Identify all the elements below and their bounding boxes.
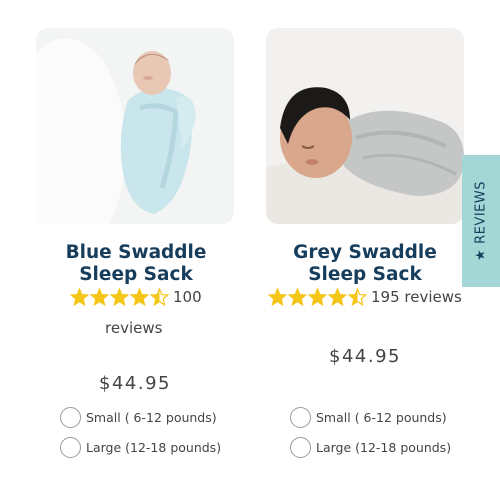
- size-option-large[interactable]: Large (12-18 pounds): [290, 437, 451, 458]
- size-option-label: Large (12-18 pounds): [316, 440, 452, 455]
- star-rating: [70, 288, 170, 306]
- size-option-large[interactable]: Large (12-18 pounds): [60, 437, 221, 458]
- product-title-line2[interactable]: Sleep Sack: [252, 264, 478, 286]
- baby-grey-swaddle-photo: [266, 28, 464, 224]
- reviews-tab-content[interactable]: ★ REVIEWS: [474, 181, 489, 261]
- product-title-line1[interactable]: Blue Swaddle: [23, 242, 249, 264]
- star-full-icon: [70, 288, 89, 306]
- radio-button[interactable]: [290, 437, 311, 458]
- product-title-grey[interactable]: Grey Swaddle Sleep Sack: [252, 242, 478, 286]
- product-image-grey-swaddle[interactable]: [266, 28, 464, 224]
- reviews-side-tab[interactable]: ★ REVIEWS: [462, 155, 500, 287]
- star-half-icon: [348, 288, 367, 306]
- product-title-line2[interactable]: Sleep Sack: [23, 264, 249, 286]
- product-title-blue[interactable]: Blue Swaddle Sleep Sack: [23, 242, 249, 286]
- star-rating: [268, 288, 368, 306]
- star-full-icon: [130, 288, 149, 306]
- size-option-label: Small ( 6-12 pounds): [316, 410, 447, 425]
- radio-button[interactable]: [290, 407, 311, 428]
- star-full-icon: [308, 288, 327, 306]
- size-option-label: Small ( 6-12 pounds): [86, 410, 217, 425]
- product-image-blue-swaddle[interactable]: [36, 28, 234, 224]
- reviews-word[interactable]: reviews: [105, 319, 162, 337]
- size-option-small[interactable]: Small ( 6-12 pounds): [60, 407, 217, 428]
- radio-button[interactable]: [60, 407, 81, 428]
- review-count[interactable]: 100: [173, 288, 202, 306]
- radio-button[interactable]: [60, 437, 81, 458]
- product-price-grey: $44.95: [329, 346, 401, 367]
- star-full-icon: [288, 288, 307, 306]
- star-full-icon: [328, 288, 347, 306]
- star-full-icon: [90, 288, 109, 306]
- star-half-icon: [150, 288, 169, 306]
- reviews-tab-label[interactable]: REVIEWS: [474, 181, 489, 244]
- product-title-line1[interactable]: Grey Swaddle: [252, 242, 478, 264]
- star-icon: ★: [473, 248, 489, 261]
- product-rating-grey[interactable]: 195 reviews: [268, 288, 462, 306]
- baby-blue-swaddle-photo: [36, 28, 234, 224]
- review-count[interactable]: 195 reviews: [371, 288, 462, 306]
- product-price-blue: $44.95: [99, 373, 171, 394]
- size-option-small[interactable]: Small ( 6-12 pounds): [290, 407, 447, 428]
- product-rating-blue[interactable]: 100: [70, 288, 202, 306]
- star-full-icon: [110, 288, 129, 306]
- star-full-icon: [268, 288, 287, 306]
- size-option-label: Large (12-18 pounds): [86, 440, 222, 455]
